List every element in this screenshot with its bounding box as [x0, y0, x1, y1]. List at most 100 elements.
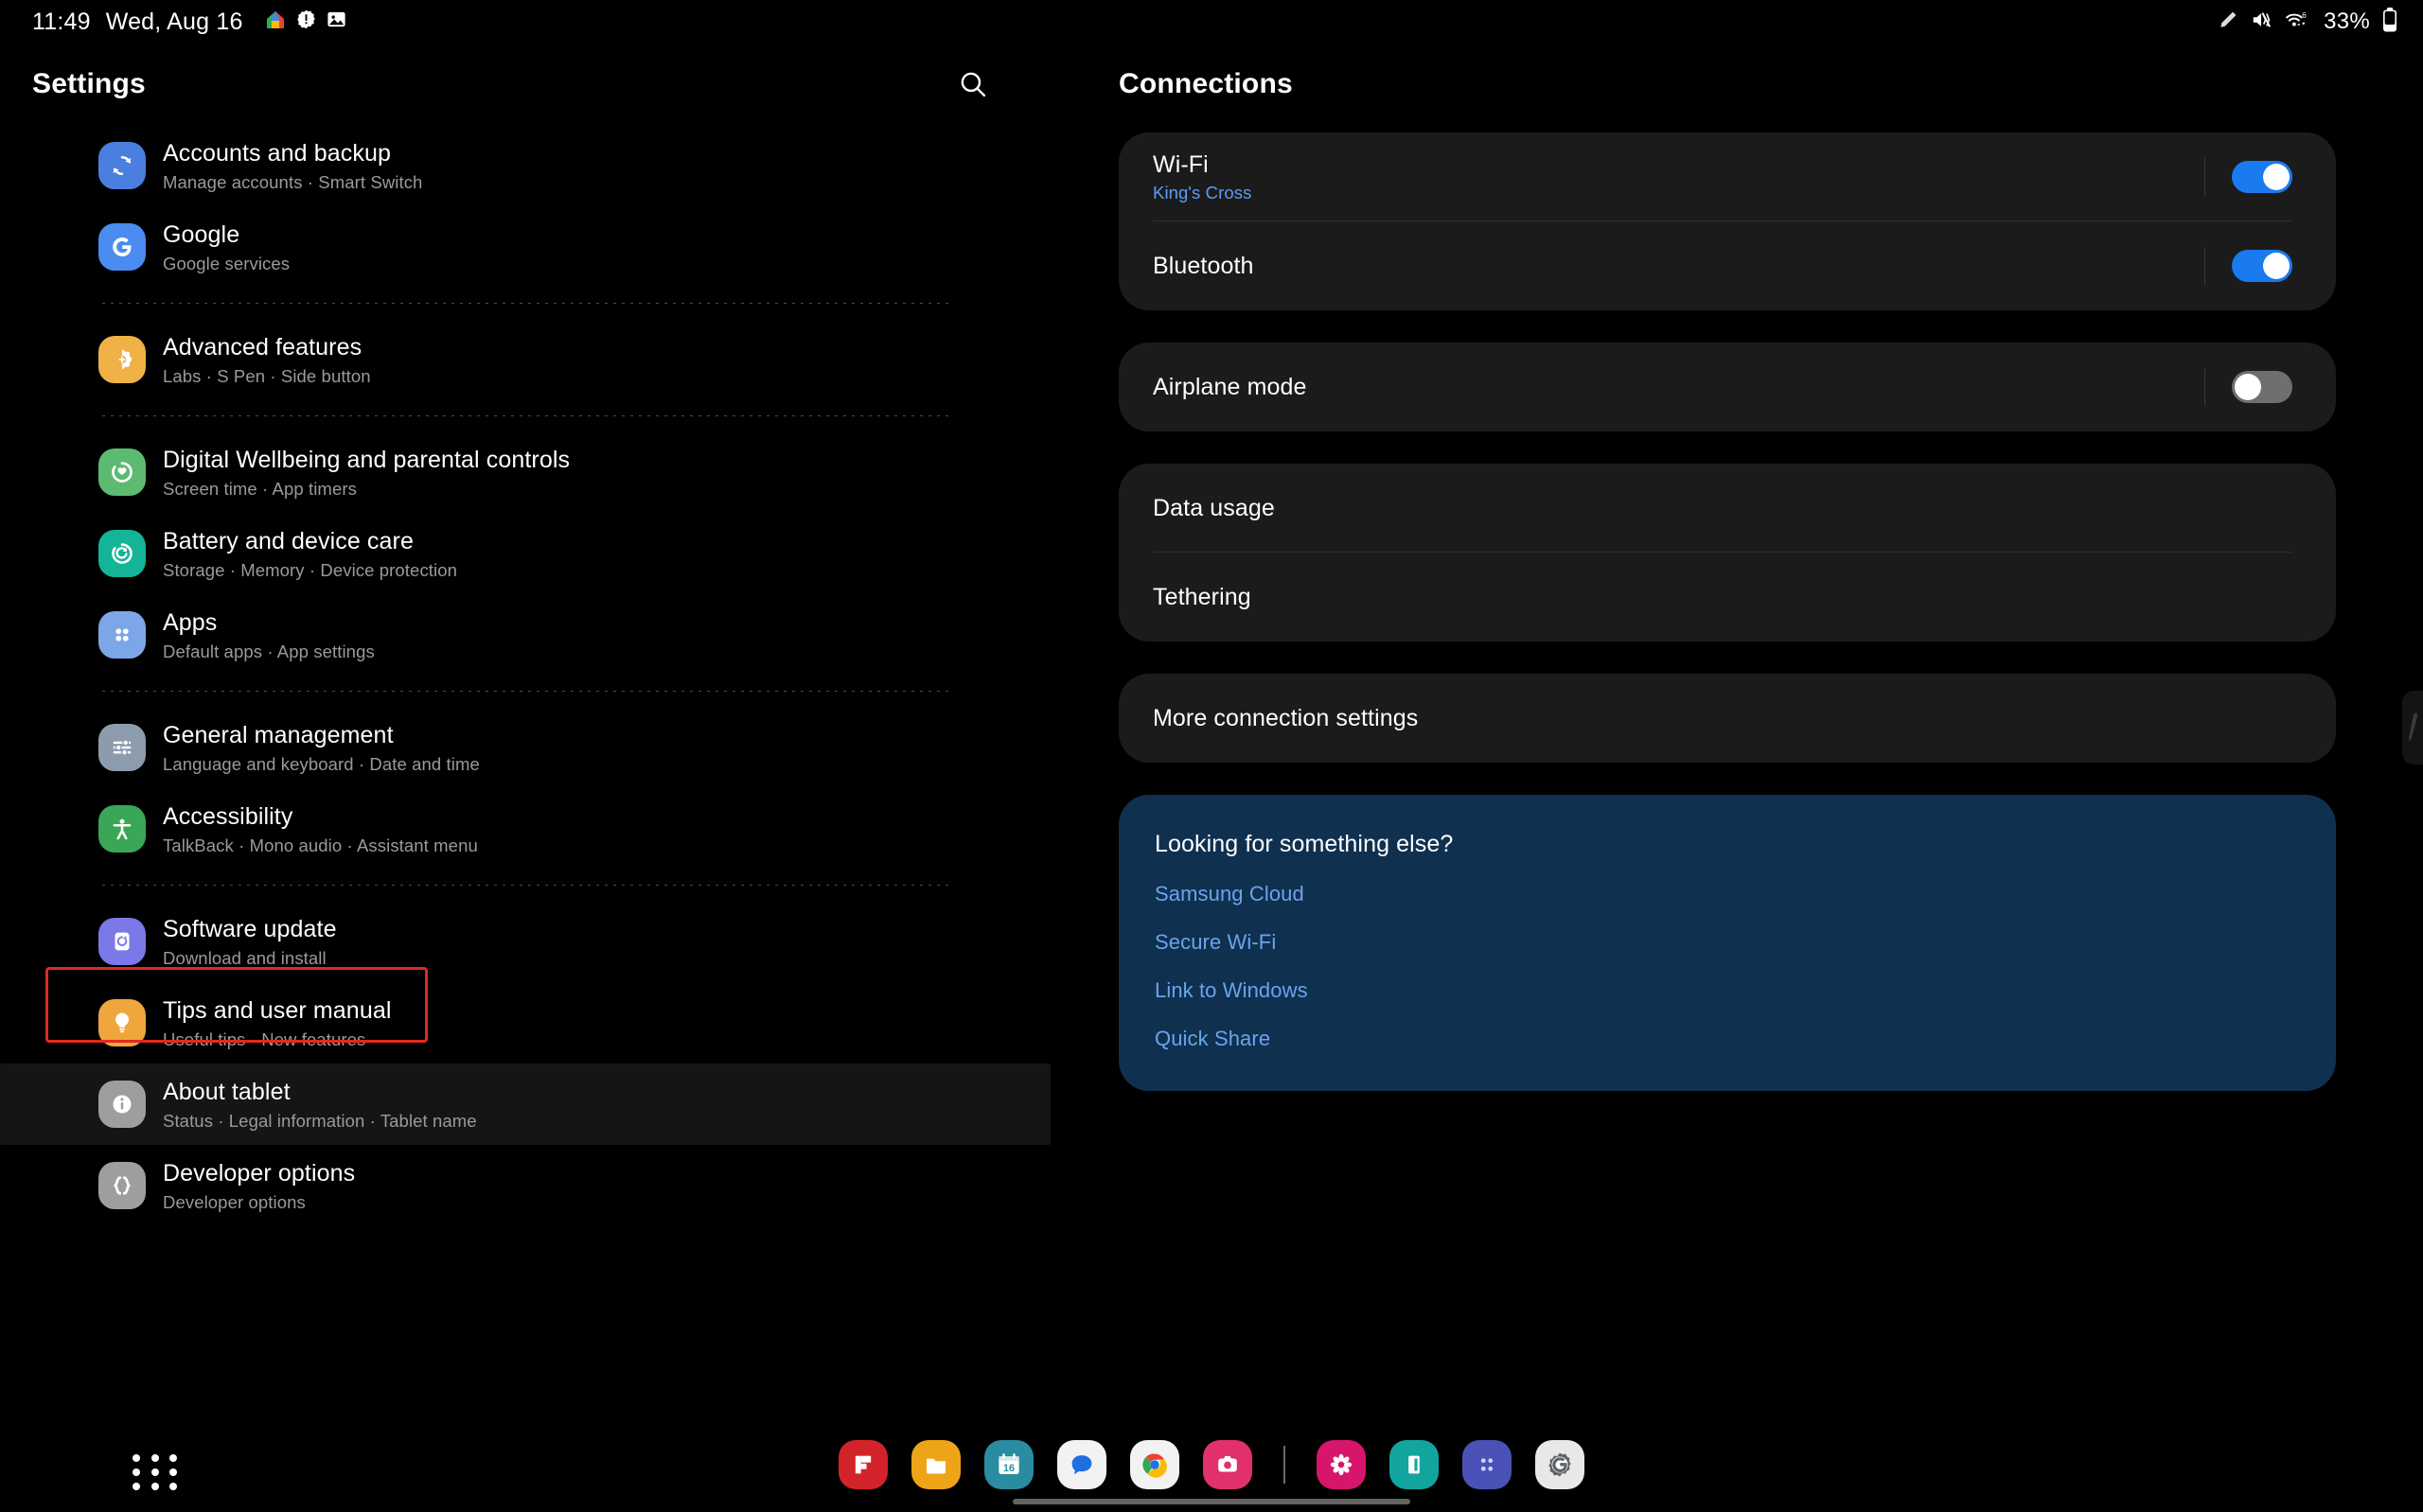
connections-card: Data usage Tethering [1119, 464, 2336, 642]
notification-icons [264, 9, 347, 36]
status-bar: 11:49 Wed, Aug 16 6 33% [0, 0, 2423, 44]
promo-link[interactable]: Link to Windows [1155, 978, 2296, 1003]
status-date: Wed, Aug 16 [105, 8, 243, 35]
connections-row[interactable]: More connection settings [1119, 674, 2336, 763]
connections-row[interactable]: Tethering [1119, 553, 2336, 642]
toggle-switch[interactable] [2232, 250, 2292, 282]
connections-row[interactable]: Data usage [1119, 464, 2336, 553]
settings-list-item[interactable]: About tablet Status · Legal information ·… [0, 1064, 1051, 1145]
settings-item-text: Apps Default apps · App settings [163, 607, 375, 662]
samsung-notes-icon[interactable] [1389, 1440, 1439, 1489]
connections-row-label: Data usage [1153, 495, 1275, 522]
toggle-wrapper [2204, 247, 2292, 285]
svg-text:6: 6 [2302, 11, 2307, 20]
promo-link[interactable]: Secure Wi-Fi [1155, 930, 2296, 955]
search-icon[interactable] [946, 58, 999, 111]
settings-item-subtitle: TalkBack · Mono audio · Assistant menu [163, 835, 478, 855]
connections-card: Airplane mode [1119, 343, 2336, 431]
settings-item-title: Apps [163, 609, 218, 636]
accounts-backup-icon [98, 142, 146, 189]
alert-badge-icon [295, 9, 317, 35]
settings-item-title: Accounts and backup [163, 140, 391, 167]
toggle-knob [2235, 374, 2261, 400]
connections-row[interactable]: Wi-Fi King's Cross [1119, 132, 2336, 221]
gallery-icon[interactable] [1317, 1440, 1366, 1489]
settings-list-item[interactable]: Battery and device care Storage · Memory … [0, 513, 1051, 594]
settings-item-text: Digital Wellbeing and parental controls S… [163, 445, 570, 500]
settings-item-subtitle: Google services [163, 254, 291, 273]
my-files-icon[interactable] [911, 1440, 961, 1489]
connections-content: Wi-Fi King's Cross Bluetooth Airplane mode D… [1051, 125, 2423, 1091]
toggle-switch[interactable] [2232, 371, 2292, 403]
toggle-separator [2204, 368, 2205, 406]
edge-panel-handle[interactable] [2402, 691, 2423, 765]
apps-grid-icon[interactable] [133, 1448, 182, 1497]
connections-row-label: Airplane mode [1153, 374, 1307, 401]
messages-icon[interactable] [1057, 1440, 1106, 1489]
settings-list-item[interactable]: Accounts and backup Manage accounts · Sma… [0, 125, 1051, 206]
tablet-screen: 11:49 Wed, Aug 16 6 33% Settings Account… [0, 0, 2423, 1512]
connections-row-label: Bluetooth [1153, 253, 1254, 280]
settings-list-item[interactable]: Digital Wellbeing and parental controls S… [0, 431, 1051, 513]
gesture-bar[interactable] [1013, 1499, 1410, 1504]
settings-item-text: Tips and user manual Useful tips · New fe… [163, 995, 391, 1050]
chrome-icon[interactable] [1130, 1440, 1179, 1489]
s-pen-icon [2218, 9, 2238, 35]
settings-item-title: Developer options [163, 1160, 356, 1187]
calendar-icon[interactable]: 16 [984, 1440, 1034, 1489]
connections-card: More connection settings [1119, 674, 2336, 763]
settings-item-title: Google [163, 221, 240, 248]
connections-row[interactable]: Bluetooth [1119, 221, 2336, 310]
connections-row[interactable]: Airplane mode [1119, 343, 2336, 431]
settings-item-text: About tablet Status · Legal information ·… [163, 1077, 477, 1132]
toggle-separator [2204, 247, 2205, 285]
settings-item-subtitle: Manage accounts · Smart Switch [163, 172, 423, 192]
tips-manual-icon [98, 999, 146, 1046]
status-bar-right: 6 33% [2218, 7, 2398, 37]
settings-list-item[interactable]: Google Google services [0, 206, 1051, 288]
flipboard-icon[interactable] [839, 1440, 888, 1489]
apps-icon [98, 611, 146, 659]
digital-wellbeing-icon [98, 448, 146, 496]
settings-list-item[interactable]: Tips and user manual Useful tips · New fe… [0, 982, 1051, 1064]
app-group-icon[interactable] [1462, 1440, 1512, 1489]
settings-list-item[interactable]: Advanced features Labs · S Pen · Side but… [0, 319, 1051, 400]
list-divider [102, 691, 948, 692]
toggle-switch[interactable] [2232, 161, 2292, 193]
settings-item-text: Accessibility TalkBack · Mono audio · Ass… [163, 801, 478, 856]
list-divider [102, 415, 948, 416]
settings-pane: Settings Accounts and backup Manage accou… [0, 44, 1051, 1434]
settings-item-subtitle: Language and keyboard · Date and time [163, 754, 480, 774]
connections-card: Wi-Fi King's Cross Bluetooth [1119, 132, 2336, 310]
battery-percent: 33% [2324, 9, 2370, 34]
content-panes: Settings Accounts and backup Manage accou… [0, 44, 2423, 1434]
promo-link[interactable]: Samsung Cloud [1155, 882, 2296, 906]
toggle-wrapper [2204, 158, 2292, 196]
connections-title: Connections [1119, 68, 1293, 99]
battery-icon [2381, 7, 2398, 37]
instagram-icon[interactable] [1203, 1440, 1252, 1489]
connections-row-title: Wi-Fi [1153, 150, 1209, 178]
settings-item-text: General management Language and keyboard … [163, 720, 480, 775]
settings-item-title: General management [163, 722, 394, 748]
settings-item-subtitle: Status · Legal information · Tablet name [163, 1111, 477, 1131]
settings-list-item[interactable]: Developer options Developer options [0, 1145, 1051, 1226]
wifi-6-icon: 6 [2284, 9, 2312, 35]
about-tablet-icon [98, 1081, 146, 1128]
advanced-features-icon [98, 336, 146, 383]
page-title: Settings [32, 68, 146, 99]
settings-item-text: Accounts and backup Manage accounts · Sma… [163, 138, 422, 193]
settings-list-item[interactable]: Apps Default apps · App settings [0, 594, 1051, 676]
connections-row-title: More connection settings [1153, 704, 1419, 731]
settings-item-title: Advanced features [163, 334, 363, 360]
settings-item-subtitle: Default apps · App settings [163, 642, 375, 661]
google-settings-icon[interactable] [1535, 1440, 1584, 1489]
settings-list-item[interactable]: General management Language and keyboard … [0, 707, 1051, 788]
settings-list-item[interactable]: Software update Download and install [0, 901, 1051, 982]
general-management-icon [98, 724, 146, 771]
status-time: 11:49 [32, 8, 91, 35]
image-icon [326, 9, 347, 35]
promo-link[interactable]: Quick Share [1155, 1027, 2296, 1051]
settings-list-item[interactable]: Accessibility TalkBack · Mono audio · Ass… [0, 788, 1051, 870]
settings-item-text: Google Google services [163, 220, 290, 274]
